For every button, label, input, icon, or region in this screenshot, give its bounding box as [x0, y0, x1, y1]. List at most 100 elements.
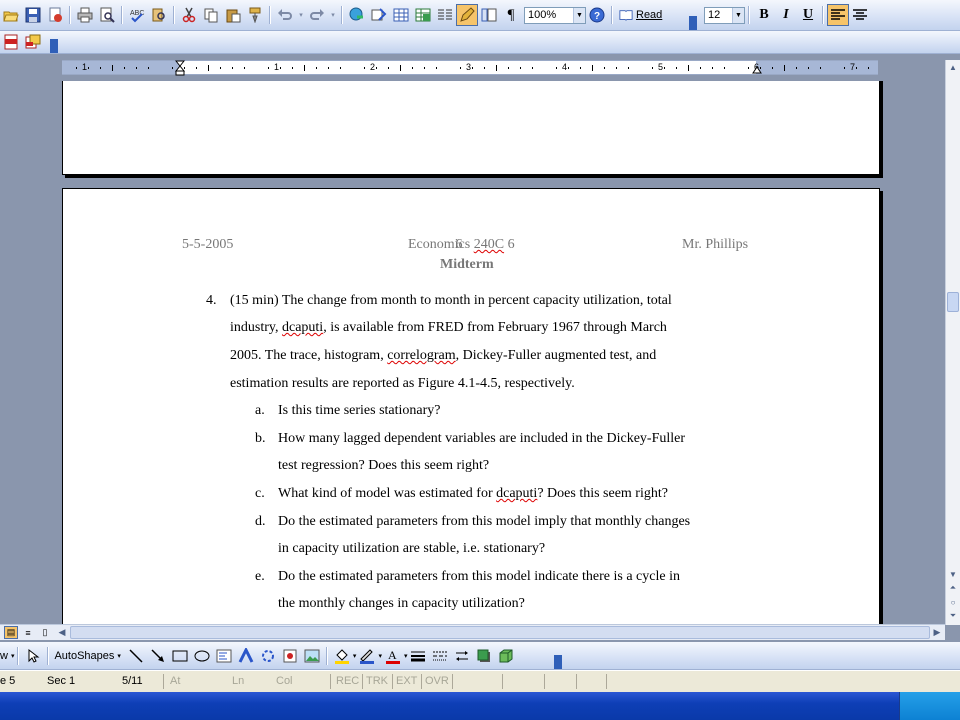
bold-button[interactable]: B — [753, 4, 775, 26]
wordart-icon[interactable] — [235, 645, 257, 667]
diagram-icon[interactable] — [257, 645, 279, 667]
toolbar-options-icon[interactable] — [689, 16, 697, 30]
ruler-tick — [592, 65, 593, 71]
font-color-icon[interactable]: A — [382, 645, 404, 667]
read-button[interactable]: Read — [616, 4, 665, 26]
autoshapes-menu[interactable]: AutoShapes — [54, 650, 114, 662]
3d-style-icon[interactable] — [495, 645, 517, 667]
ruler-tick — [292, 67, 293, 69]
select-objects-icon[interactable] — [22, 645, 44, 667]
list-item-label: d. — [255, 514, 266, 529]
text-box-icon[interactable] — [213, 645, 235, 667]
dash-style-icon[interactable] — [429, 645, 451, 667]
underline-button[interactable]: U — [797, 4, 819, 26]
list-item-label: e. — [255, 569, 265, 584]
ruler-tick — [508, 67, 509, 69]
ruler-tick — [724, 67, 725, 69]
toolbar-options-icon[interactable] — [50, 39, 58, 53]
ruler-tick — [616, 67, 617, 69]
horizontal-ruler[interactable]: 1 1 2 3 4 5 6 7 — [62, 60, 878, 76]
pdf-email-icon[interactable] — [22, 31, 44, 53]
arrow-icon[interactable] — [147, 645, 169, 667]
oval-icon[interactable] — [191, 645, 213, 667]
scroll-right-icon[interactable]: ▶ — [930, 626, 944, 639]
scroll-left-icon[interactable]: ◀ — [55, 626, 69, 639]
paste-icon[interactable] — [222, 4, 244, 26]
status-ext[interactable]: EXT — [396, 675, 417, 687]
ruler-tick — [868, 67, 869, 69]
status-rec[interactable]: REC — [336, 675, 359, 687]
permission-icon[interactable] — [44, 4, 66, 26]
align-left-icon[interactable] — [827, 4, 849, 26]
toolbar-options-icon[interactable] — [554, 655, 562, 669]
normal-view-icon[interactable]: ▤ — [4, 626, 18, 639]
format-painter-icon[interactable] — [244, 4, 266, 26]
drawing-toolbar: w ▾ AutoShapes ▾ ▾ ▾ A ▾ — [0, 642, 960, 670]
shadow-style-icon[interactable] — [473, 645, 495, 667]
horizontal-scroll-track[interactable] — [70, 626, 930, 639]
hyperlink-icon[interactable] — [346, 4, 368, 26]
document-map-icon[interactable] — [478, 4, 500, 26]
font-size-combo[interactable]: 12 ▼ — [704, 6, 745, 24]
next-page-icon[interactable]: ⏷ — [946, 609, 960, 623]
picture-icon[interactable] — [301, 645, 323, 667]
line-style-icon[interactable] — [407, 645, 429, 667]
arrow-style-icon[interactable] — [451, 645, 473, 667]
research-icon[interactable] — [148, 4, 170, 26]
web-view-icon[interactable]: ≡ — [21, 626, 35, 639]
open-icon[interactable] — [0, 4, 22, 26]
insert-table-icon[interactable] — [390, 4, 412, 26]
pdf-convert-icon[interactable] — [0, 31, 22, 53]
fill-color-icon[interactable] — [331, 645, 353, 667]
status-bar: e 5 Sec 1 5/11 At Ln Col REC TRK EXT OVR — [0, 670, 960, 692]
line-color-icon[interactable] — [356, 645, 378, 667]
ruler-tick — [244, 67, 245, 69]
standard-toolbar: ABC ▾ ▾ ¶ 100% ▼ ? Read 12 ▼ B I U — [0, 0, 960, 31]
ruler-tick — [784, 65, 785, 71]
rectangle-icon[interactable] — [169, 645, 191, 667]
cut-icon[interactable] — [178, 4, 200, 26]
status-column: Col — [276, 675, 293, 687]
undo-dropdown-icon[interactable]: ▾ — [296, 4, 306, 26]
spelling-icon[interactable]: ABC — [126, 4, 148, 26]
scroll-up-icon[interactable]: ▲ — [946, 60, 960, 74]
ruler-tick — [208, 65, 209, 71]
ruler-tick — [232, 67, 233, 69]
print-preview-icon[interactable] — [96, 4, 118, 26]
secondary-toolbar — [0, 31, 960, 54]
indent-marker-icon[interactable] — [175, 60, 185, 76]
italic-button[interactable]: I — [775, 4, 797, 26]
vertical-scrollbar[interactable]: ▲ ▼ ⏶ ○ ⏷ — [945, 60, 960, 625]
ruler-tick — [472, 67, 473, 69]
ruler-tick — [820, 67, 821, 69]
tables-borders-icon[interactable] — [368, 4, 390, 26]
previous-page-icon[interactable]: ⏶ — [946, 581, 960, 595]
save-icon[interactable] — [22, 4, 44, 26]
line-icon[interactable] — [125, 645, 147, 667]
draw-menu[interactable]: w — [0, 650, 8, 662]
show-hide-icon[interactable]: ¶ — [500, 4, 522, 26]
document-page[interactable]: 5-5-2005 Economics 6 240C 6 Mr. Phillips … — [62, 188, 880, 624]
right-indent-marker-icon[interactable] — [752, 64, 762, 74]
zoom-combo[interactable]: 100% ▼ — [524, 6, 586, 24]
center-icon[interactable] — [849, 4, 871, 26]
status-trk[interactable]: TRK — [366, 675, 388, 687]
scroll-thumb[interactable] — [947, 292, 959, 312]
clip-art-icon[interactable] — [279, 645, 301, 667]
undo-icon[interactable] — [274, 4, 296, 26]
scroll-down-icon[interactable]: ▼ — [946, 567, 960, 581]
redo-icon[interactable] — [306, 4, 328, 26]
print-view-icon[interactable]: ▯ — [38, 626, 52, 639]
columns-icon[interactable] — [434, 4, 456, 26]
ruler-tick — [136, 67, 137, 69]
browse-object-icon[interactable]: ○ — [946, 595, 960, 609]
horizontal-scrollbar[interactable]: ▤ ≡ ▯ ◀ ▶ — [0, 624, 945, 640]
status-ovr[interactable]: OVR — [425, 675, 449, 687]
insert-excel-icon[interactable] — [412, 4, 434, 26]
redo-dropdown-icon[interactable]: ▾ — [328, 4, 338, 26]
copy-icon[interactable] — [200, 4, 222, 26]
print-icon[interactable] — [74, 4, 96, 26]
ruler-tick — [604, 67, 605, 69]
drawing-icon[interactable] — [456, 4, 478, 26]
help-icon[interactable]: ? — [586, 4, 608, 26]
